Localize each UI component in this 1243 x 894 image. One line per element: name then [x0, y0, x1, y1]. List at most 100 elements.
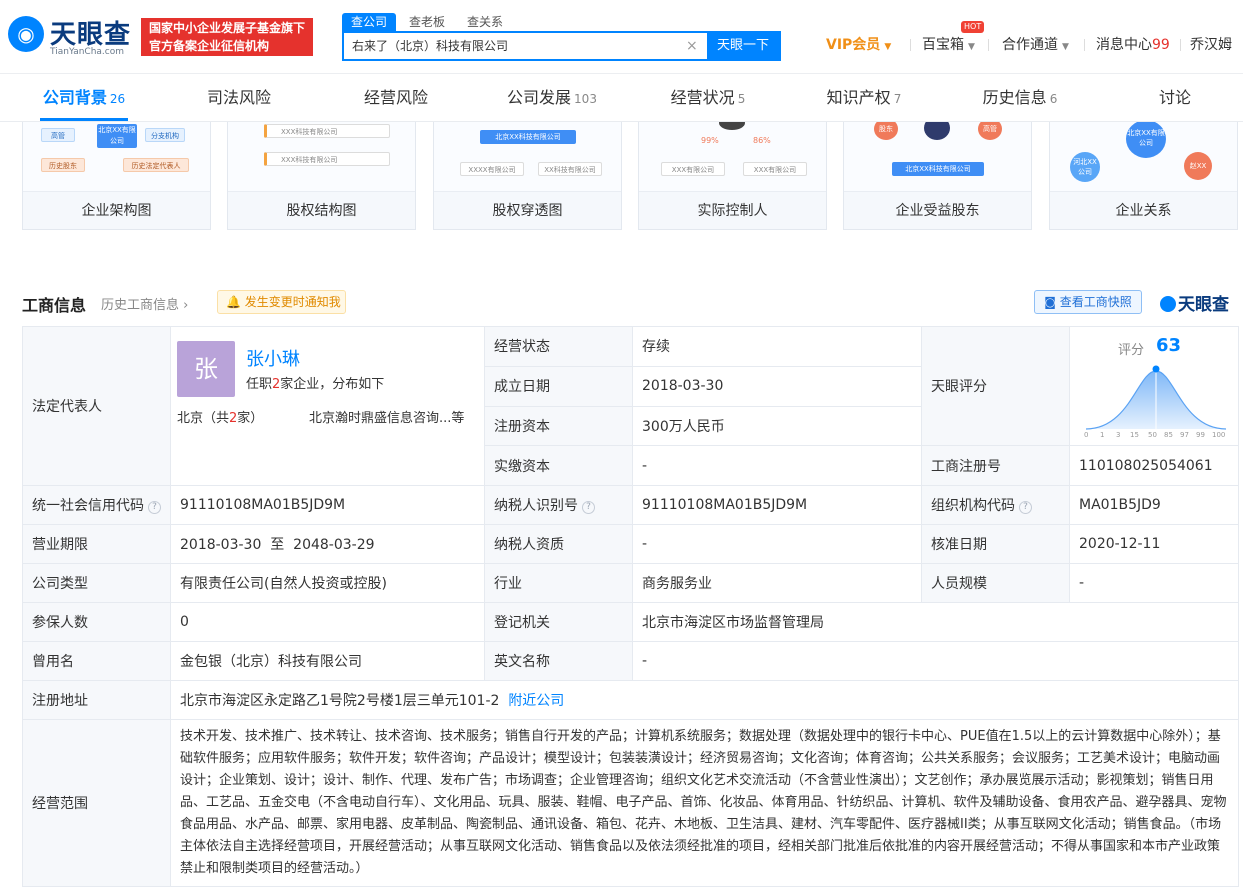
cooperation-menu[interactable]: 合作通道 ▼	[1002, 34, 1069, 58]
notify-button[interactable]: 🔔 发生变更时通知我	[217, 290, 346, 314]
history-link[interactable]: 历史工商信息 ›	[101, 294, 188, 313]
table-row: 公司类型 有限责任公司(自然人投资或控股) 行业 商务服务业 人员规模 -	[22, 563, 1239, 603]
search-tab-boss[interactable]: 查老板	[400, 13, 454, 31]
watermark-text: 天眼查	[1178, 295, 1229, 315]
tab-label: 公司背景	[42, 88, 107, 107]
card-enterprise-structure[interactable]: 高管 北京XX有限公司 分支机构 历史股东 历史法定代表人 企业架构图	[22, 122, 211, 230]
capital-value: 300万人民币	[632, 405, 922, 447]
org-code-key: 组织机构代码?	[921, 485, 1070, 525]
promo-line-1: 国家中小企业发展子基金旗下	[149, 21, 306, 35]
business-info-table: 法定代表人 张 张小琳 任职2家企业，分布如下 北京（共2家） 北京瀚时鼎盛信息…	[22, 325, 1239, 887]
tab-company-development[interactable]: 公司发展 103	[500, 74, 604, 122]
score-marker-dot	[1152, 365, 1160, 373]
english-name-key: 英文名称	[484, 641, 633, 681]
message-center[interactable]: 消息中心99	[1096, 34, 1170, 56]
clear-icon[interactable]: ×	[686, 33, 700, 59]
credit-code-key: 统一社会信用代码?	[22, 485, 171, 525]
user-menu[interactable]: 乔汉姆	[1190, 34, 1232, 56]
snapshot-button[interactable]: ◙ 查看工商快照	[1034, 290, 1142, 314]
industry-value: 商务服务业	[632, 563, 922, 603]
help-icon[interactable]: ?	[582, 501, 595, 514]
message-label: 消息中心	[1096, 37, 1152, 53]
card-equity-penetration[interactable]: 北京XX科技有限公司 XXXX有限公司 XX科技有限公司 股权穿透图	[433, 122, 622, 230]
mini-circle: 股东	[874, 122, 898, 140]
legal-rep-city[interactable]: 北京（共2家）	[177, 407, 263, 426]
capital-key: 注册资本	[484, 405, 633, 447]
status-value: 存续	[632, 326, 922, 367]
tab-history-info[interactable]: 历史信息 6	[976, 74, 1064, 122]
baibaoxiang-label: 百宝箱	[922, 37, 964, 53]
card-beneficial-shareholder[interactable]: 股东 高管 北京XX科技有限公司 企业受益股东	[843, 122, 1032, 230]
address-key: 注册地址	[22, 680, 171, 720]
score-tick: 0	[1084, 431, 1088, 439]
promo-banner[interactable]: 国家中小企业发展子基金旗下 官方备案企业征信机构	[141, 18, 313, 56]
tab-count: 26	[109, 92, 126, 106]
help-icon[interactable]: ?	[1019, 501, 1032, 514]
mini-node: 高管	[41, 128, 75, 142]
mini-node: XX科技有限公司	[538, 162, 602, 176]
chevron-down-icon: ▼	[1062, 42, 1069, 52]
company-type-key: 公司类型	[22, 563, 171, 603]
card-actual-controller[interactable]: 99% 86% XXX有限公司 XXX有限公司 实际控制人	[638, 122, 827, 230]
card-label: 企业受益股东	[844, 191, 1031, 229]
tab-operating-risk[interactable]: 经营风险	[348, 74, 444, 122]
search-type-tabs: 查公司 查老板 查关系	[342, 13, 516, 31]
divider	[988, 39, 989, 51]
search-tab-company[interactable]: 查公司	[342, 13, 397, 31]
mini-circle: 高管	[978, 122, 1002, 140]
tab-intellectual-property[interactable]: 知识产权 7	[820, 74, 908, 122]
vip-menu[interactable]: VIP会员 ▼	[826, 34, 891, 58]
taxpayer-id-value: 91110108MA01B5JD9M	[632, 485, 922, 525]
snapshot-label: 查看工商快照	[1059, 295, 1132, 309]
org-code-label: 组织机构代码	[931, 498, 1015, 514]
approve-date-key: 核准日期	[921, 524, 1070, 564]
approve-date-value: 2020-12-11	[1069, 524, 1239, 564]
tab-label: 讨论	[1158, 88, 1191, 107]
logo-eye-icon: ◉	[8, 16, 44, 52]
help-icon[interactable]: ?	[148, 501, 161, 514]
english-name-value: -	[632, 641, 1239, 681]
table-row: 法定代表人 张 张小琳 任职2家企业，分布如下 北京（共2家） 北京瀚时鼎盛信息…	[22, 325, 1239, 486]
site-logo[interactable]: ◉ 天眼查 TianYanCha.com	[8, 14, 130, 58]
score-tick: 3	[1116, 431, 1120, 439]
mini-node: 历史股东	[41, 158, 85, 172]
message-count: 99	[1152, 37, 1170, 53]
baibaoxiang-menu[interactable]: 百宝箱 ▼	[922, 34, 975, 58]
mini-node: 历史法定代表人	[123, 158, 189, 172]
nearby-companies-link[interactable]: 附近公司	[508, 693, 564, 709]
tab-count: 6	[1049, 92, 1058, 106]
tab-count: 7	[893, 92, 902, 106]
tab-label: 经营状况	[670, 88, 735, 107]
tab-count: 5	[737, 92, 746, 106]
legal-rep-company[interactable]: 北京瀚时鼎盛信息咨询...等	[309, 407, 464, 426]
legal-rep-name[interactable]: 张小琳	[246, 345, 300, 371]
former-name-key: 曾用名	[22, 641, 171, 681]
card-equity-structure[interactable]: XXX科技有限公司 XXX科技有限公司 股权结构图	[227, 122, 416, 230]
search-button[interactable]: 天眼一下	[707, 33, 779, 59]
tab-operating-status[interactable]: 经营状况 5	[664, 74, 752, 122]
mini-percent: 86%	[753, 136, 771, 145]
table-row: 营业期限 2018-03-30 至 2048-03-29 纳税人资质 - 核准日…	[22, 524, 1239, 564]
paid-capital-key: 实缴资本	[484, 445, 633, 486]
tab-discussion[interactable]: 讨论	[1150, 74, 1200, 122]
score-tick: 97	[1180, 431, 1189, 439]
card-enterprise-relations[interactable]: 北京XX有限公司 河北XX公司 赵XX 企业关系	[1049, 122, 1238, 230]
bell-icon: 🔔	[226, 295, 241, 309]
tab-company-background[interactable]: 公司背景 26	[40, 74, 128, 122]
summary-text: 家企业，分布如下	[280, 377, 385, 392]
reg-no-key: 工商注册号	[921, 445, 1070, 486]
top-bar: ◉ 天眼查 TianYanCha.com 国家中小企业发展子基金旗下 官方备案企…	[0, 0, 1243, 74]
staff-size-value: -	[1069, 563, 1239, 603]
company-tabs: 公司背景 26 司法风险 经营风险 公司发展 103 经营状况 5 知识产权 7 历史信…	[0, 74, 1243, 122]
score-ticks: 0 1 3 15 50 85 97 99 100	[1084, 431, 1225, 439]
cooperation-label: 合作通道	[1002, 37, 1058, 53]
card-thumbnail: XXX科技有限公司 XXX科技有限公司	[228, 122, 415, 192]
search-input[interactable]: 右来了（北京）科技有限公司	[352, 33, 672, 59]
search-tab-relation[interactable]: 查关系	[458, 13, 512, 31]
mini-node: 北京XX科技有限公司	[480, 130, 576, 144]
business-term-key: 营业期限	[22, 524, 171, 564]
hot-badge: HOT	[961, 21, 985, 33]
tab-judicial-risk[interactable]: 司法风险	[194, 74, 284, 122]
score-cell[interactable]: 评分 63 0 1 3 15 50 85 97 99 100	[1069, 325, 1239, 447]
watermark-logo: 天眼查	[1160, 290, 1229, 315]
